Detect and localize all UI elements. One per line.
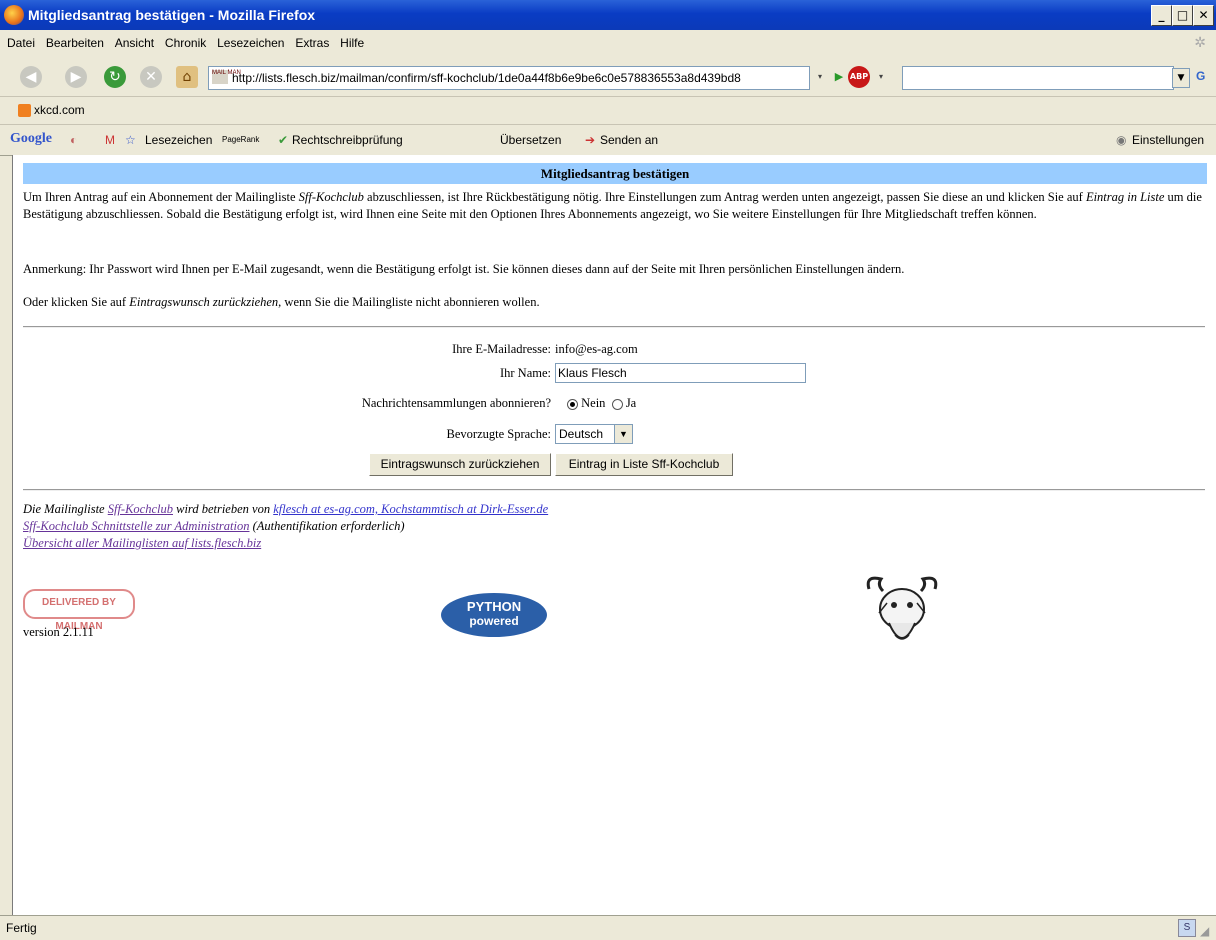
maximize-button[interactable]: □	[1172, 5, 1193, 26]
cancel-text-2: , wenn Sie die Mailingliste nicht abonni…	[278, 295, 540, 309]
mailman-favicon-icon: MAIL MAN	[212, 70, 241, 84]
resize-grip-icon[interactable]: ◢	[1200, 924, 1209, 938]
menu-datei[interactable]: Datei	[7, 36, 35, 50]
list-link[interactable]: Sff-Kochclub	[108, 502, 173, 516]
divider	[23, 326, 1205, 328]
settings-button[interactable]: Einstellungen	[1132, 133, 1204, 147]
gnu-head-icon	[866, 576, 938, 640]
settings-icon: ◉	[1116, 133, 1127, 147]
email-label: Ihre E-Mailadresse:	[452, 342, 551, 356]
python-logo-text: PYTHON	[466, 599, 522, 614]
divider	[23, 489, 1205, 491]
spellcheck-icon: ✔	[278, 133, 289, 147]
status-text: Fertig	[6, 921, 37, 935]
digest-no-radio[interactable]	[567, 398, 578, 410]
footer-text: (Authentifikation erforderlich)	[249, 519, 405, 533]
google-logo[interactable]: Google	[10, 131, 52, 147]
navigation-toolbar: ◀ ▶ ↻ ✕ ⌂ MAIL MANhttp://lists.flesch.bi…	[0, 56, 1216, 96]
digest-label: Nachrichtensammlungen abonnieren?	[361, 396, 551, 410]
owners-link[interactable]: kflesch at es-ag.com, Kochstammtisch at …	[273, 502, 548, 516]
language-value: Deutsch	[559, 427, 604, 441]
url-bar[interactable]: MAIL MANhttp://lists.flesch.biz/mailman/…	[208, 66, 810, 90]
stop-icon[interactable]: ✕	[140, 66, 162, 88]
bookmarks-button[interactable]: Lesezeichen	[145, 133, 212, 147]
chevron-down-icon: ▼	[614, 425, 632, 443]
page-content: Mitgliedsantrag bestätigen Um Ihren Antr…	[12, 155, 1216, 915]
password-note: Anmerkung: Ihr Passwort wird Ihnen per E…	[23, 262, 905, 276]
intro-button-name: Eintrag in Liste	[1085, 190, 1165, 204]
email-value: info@es-ag.com	[555, 342, 638, 356]
adblock-dropdown-icon[interactable]: ▾	[874, 68, 888, 86]
close-button[interactable]: ✕	[1193, 5, 1214, 26]
m-icon[interactable]: M	[105, 133, 115, 147]
digest-no-label: Nein	[581, 396, 606, 410]
google-toolbar: Google ◐ M ☆ Lesezeichen PageRank ✔ Rech…	[0, 124, 1216, 156]
bookmarks-toolbar: xkcd.com	[0, 96, 1216, 125]
adblock-icon[interactable]: ABP	[848, 66, 870, 88]
cancel-text-1: Oder klicken Sie auf	[23, 295, 130, 309]
language-label: Bevorzugte Sprache:	[446, 427, 551, 441]
rss-icon	[18, 104, 31, 117]
digest-yes-label: Ja	[625, 396, 637, 410]
digest-yes-radio[interactable]	[611, 398, 623, 410]
bookmark-xkcd[interactable]: xkcd.com	[34, 103, 85, 117]
url-dropdown-icon[interactable]: ▾	[812, 68, 828, 86]
reload-icon[interactable]: ↻	[104, 66, 126, 88]
spellcheck-button[interactable]: Rechtschreibprüfung	[292, 133, 403, 147]
status-bar: Fertig S ◢	[0, 915, 1216, 940]
intro-text-2: abzuschliessen, ist Ihre Rückbestätigung…	[363, 190, 1086, 204]
subscribe-button[interactable]: Eintrag in Liste Sff-Kochclub	[555, 453, 733, 476]
menu-hilfe[interactable]: Hilfe	[340, 36, 364, 50]
menu-bearbeiten[interactable]: Bearbeiten	[46, 36, 104, 50]
back-icon[interactable]: ◀	[20, 66, 42, 88]
pagerank-button[interactable]: PageRank	[222, 135, 259, 144]
throbber-icon: ✲	[1194, 35, 1206, 51]
footer-line-1: Die Mailingliste Sff-Kochclub wird betri…	[23, 501, 1207, 518]
minimize-button[interactable]: _	[1151, 5, 1172, 26]
footer-line-3: Übersicht aller Mailinglisten auf lists.…	[23, 535, 1207, 552]
extension-status-icon[interactable]: S	[1178, 919, 1196, 937]
menu-ansicht[interactable]: Ansicht	[115, 36, 154, 50]
language-select[interactable]: Deutsch ▼	[555, 424, 633, 444]
page-heading: Mitgliedsantrag bestätigen	[23, 163, 1207, 184]
withdraw-button[interactable]: Eintragswunsch zurückziehen	[369, 453, 551, 476]
menu-lesezeichen[interactable]: Lesezeichen	[217, 36, 284, 50]
go-icon[interactable]: ▶	[830, 68, 848, 86]
send-icon: ➔	[585, 133, 596, 147]
home-icon[interactable]: ⌂	[176, 66, 198, 88]
footer-line-2: Sff-Kochclub Schnittstelle zur Administr…	[23, 518, 1207, 535]
python-powered-logo[interactable]: PYTHON powered	[441, 593, 547, 637]
cancel-paragraph: Oder klicken Sie auf Eintragswunsch zurü…	[23, 294, 1207, 311]
cancel-emphasis: Eintragswunsch zurückziehen	[129, 295, 279, 309]
search-input[interactable]	[902, 66, 1174, 90]
version-text: version 2.1.11	[23, 625, 94, 639]
name-field[interactable]: Klaus Flesch	[555, 363, 806, 383]
translate-button[interactable]: Übersetzen	[500, 133, 561, 147]
powered-logo-text: powered	[469, 614, 519, 628]
footer-text: Die Mailingliste	[23, 502, 108, 516]
name-label: Ihr Name:	[499, 366, 551, 380]
footer-text: wird betrieben von	[172, 502, 274, 516]
admin-link[interactable]: Sff-Kochclub Schnittstelle zur Administr…	[23, 519, 250, 533]
window-title: Mitgliedsantrag bestätigen - Mozilla Fir…	[28, 7, 316, 23]
search-dropdown-icon[interactable]: ▼	[1172, 68, 1190, 88]
digest-options: Nein Ja	[567, 396, 636, 411]
firefox-icon	[4, 5, 24, 25]
mailman-logo[interactable]: DELIVERED BY MAILMAN	[23, 589, 135, 632]
window-titlebar: Mitgliedsantrag bestätigen - Mozilla Fir…	[0, 0, 1216, 30]
intro-text-1: Um Ihren Antrag auf ein Abonnement der M…	[23, 190, 299, 204]
search-engine-icon[interactable]: G	[1196, 69, 1205, 83]
menu-bar: Datei Bearbeiten Ansicht Chronik Lesezei…	[0, 30, 1216, 56]
url-text: http://lists.flesch.biz/mailman/confirm/…	[232, 71, 741, 85]
menu-chronik[interactable]: Chronik	[165, 36, 206, 50]
toolbar-option-icon[interactable]: ◐	[70, 133, 77, 147]
forward-icon[interactable]: ▶	[65, 66, 87, 88]
intro-list-name: Sff-Kochclub	[298, 190, 364, 204]
intro-paragraph: Um Ihren Antrag auf ein Abonnement der M…	[23, 189, 1207, 223]
star-icon[interactable]: ☆	[125, 133, 136, 147]
menu-extras[interactable]: Extras	[295, 36, 329, 50]
send-button[interactable]: Senden an	[600, 133, 658, 147]
overview-link[interactable]: Übersicht aller Mailinglisten auf lists.…	[23, 536, 261, 550]
gnu-logo[interactable]	[861, 573, 943, 657]
